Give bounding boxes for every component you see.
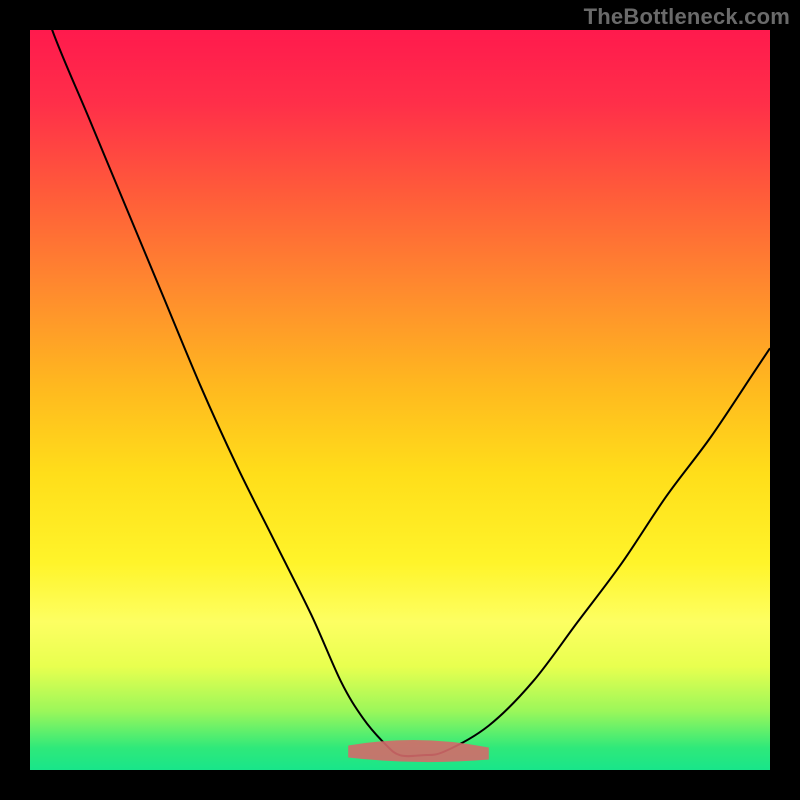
trough-marker-group <box>348 740 489 762</box>
curve-path <box>30 30 770 756</box>
chart-frame: TheBottleneck.com <box>0 0 800 800</box>
trough-marker <box>348 740 489 762</box>
watermark-text: TheBottleneck.com <box>584 4 790 30</box>
plot-area <box>30 30 770 770</box>
bottleneck-plot <box>30 30 770 770</box>
